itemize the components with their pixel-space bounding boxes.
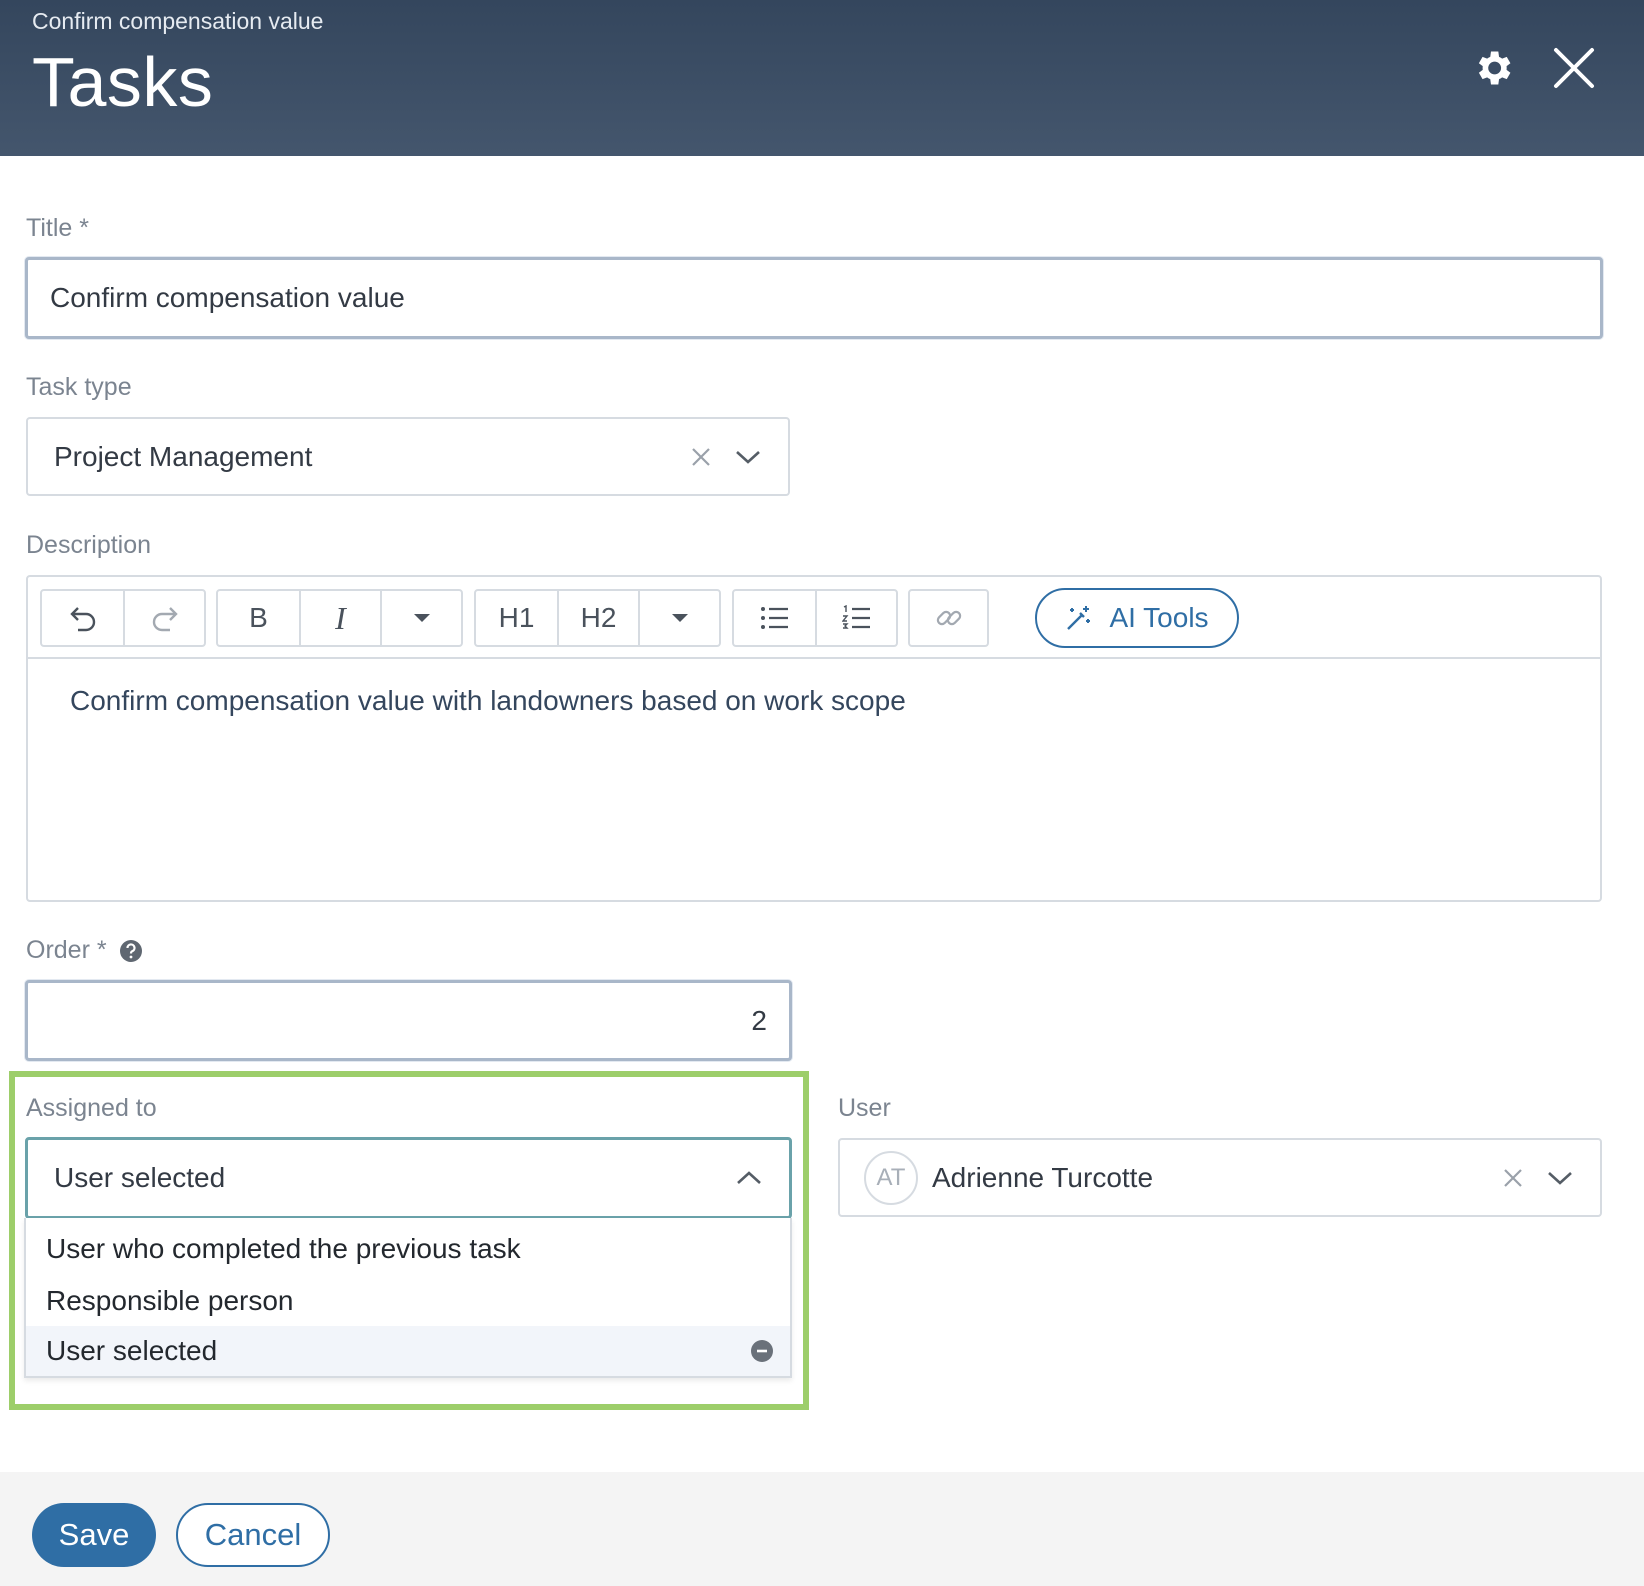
close-icon [1554,48,1594,88]
assigned-to-label: Assigned to [26,1094,157,1122]
magic-wand-icon [1067,606,1091,630]
title-input-value: Confirm compensation value [50,282,405,313]
user-select[interactable]: AT Adrienne Turcotte [838,1138,1602,1217]
chevron-up-icon[interactable] [735,1169,763,1187]
editor-toolbar: B I H1 H2 AI Tools [28,577,1600,659]
ai-tools-label: AI Tools [1109,602,1209,633]
user-label: User [838,1094,891,1122]
list-group [732,589,898,647]
description-label: Description [26,531,152,559]
bullet-list-button[interactable] [734,591,815,645]
description-text: Confirm compensation value with landowne… [70,685,906,716]
order-value: 2 [751,1004,767,1036]
clear-icon[interactable] [1502,1167,1524,1189]
history-group [40,589,206,647]
gear-icon [1478,51,1511,85]
cancel-button[interactable]: Cancel [176,1503,330,1567]
format-group: B I [216,589,463,647]
bullet-list-icon [760,607,788,629]
link-icon [936,610,961,626]
help-icon[interactable] [119,939,143,963]
task-type-value: Project Management [54,440,313,472]
heading-group: H1 H2 [474,589,721,647]
link-button[interactable] [910,591,987,645]
more-format-button[interactable] [380,591,461,645]
close-button[interactable] [1546,40,1602,96]
assigned-to-select[interactable]: User selected [25,1137,792,1219]
task-type-select[interactable]: Project Management [26,417,790,496]
h1-button[interactable]: H1 [476,591,557,645]
numbered-list-button[interactable] [815,591,896,645]
bold-button[interactable]: B [218,591,299,645]
numbered-list-icon [841,605,870,629]
undo-button[interactable] [42,591,123,645]
chevron-down-icon[interactable] [734,448,762,466]
save-button[interactable]: Save [32,1503,156,1567]
task-type-label: Task type [26,373,132,401]
assigned-to-value: User selected [54,1162,226,1193]
order-label: Order * [26,936,143,965]
clear-icon[interactable] [690,446,712,468]
page-title: Tasks [32,43,214,121]
assigned-to-dropdown: User who completed the previous task Res… [24,1218,792,1378]
italic-button[interactable]: I [299,591,380,645]
link-group [908,589,989,647]
caret-down-icon [413,614,430,622]
settings-button[interactable] [1465,40,1521,96]
deselect-icon[interactable] [750,1339,774,1363]
user-value: Adrienne Turcotte [932,1161,1154,1193]
chevron-down-icon[interactable] [1546,1169,1574,1187]
ai-tools-button[interactable]: AI Tools [1035,588,1239,648]
order-input[interactable]: 2 [25,980,792,1061]
redo-icon [152,607,178,632]
title-input[interactable]: Confirm compensation value [25,257,1603,339]
option-responsible-person[interactable]: Responsible person [26,1276,790,1326]
undo-icon [69,607,95,632]
option-previous-task-user[interactable]: User who completed the previous task [26,1224,790,1274]
breadcrumb: Confirm compensation value [32,8,324,34]
title-label: Title * [26,214,89,242]
description-editor[interactable]: B I H1 H2 AI Tools Confirm compensation … [26,575,1602,902]
h2-button[interactable]: H2 [557,591,638,645]
more-heading-button[interactable] [638,591,719,645]
form-footer: Save Cancel [0,1472,1644,1586]
option-user-selected[interactable]: User selected [26,1326,790,1376]
page-header: Confirm compensation value Tasks [0,0,1644,156]
avatar: AT [864,1150,918,1205]
caret-down-icon [671,614,688,622]
redo-button[interactable] [123,591,204,645]
